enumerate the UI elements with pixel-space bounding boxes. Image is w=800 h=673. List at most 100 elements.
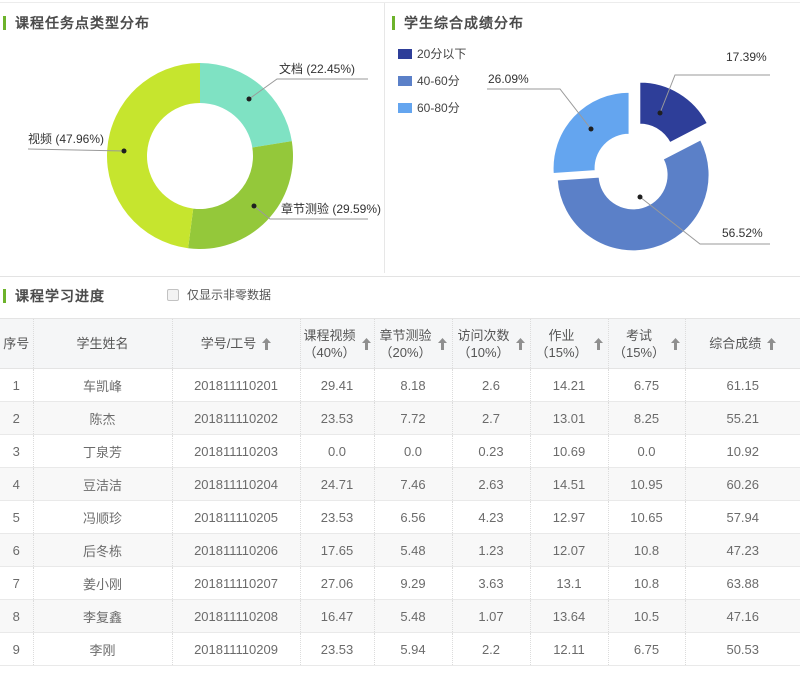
nonzero-filter-checkbox[interactable] <box>167 288 179 301</box>
row-index: 1 <box>0 368 33 402</box>
callout-mid-pct: 56.52% <box>722 226 763 240</box>
callout-doc-label: 文档 (22.45%) <box>279 62 356 76</box>
exam-score: 10.5 <box>607 599 685 633</box>
student-name: 丁泉芳 <box>32 434 172 468</box>
sort-asc-icon[interactable] <box>671 337 681 350</box>
table-row: 5 冯顺珍 201811110205 23.53 6.56 4.23 12.97 10.65 5… <box>0 500 800 534</box>
exam-score: 0.0 <box>607 434 685 468</box>
leader-dot-quiz <box>251 203 257 209</box>
leader-dot-doc <box>246 96 252 102</box>
video-score: 29.41 <box>299 368 374 402</box>
column-header-label: 序号 <box>3 336 30 351</box>
column-header-label: 学生姓名 <box>76 336 129 351</box>
student-name: 姜小刚 <box>32 566 172 600</box>
column-header-4[interactable]: 课程视频 （40%） <box>299 318 374 369</box>
dashboard-page: 课程任务点类型分布 文档 (22.45%) 视频 (47.96%) 章节测验 (… <box>0 0 800 673</box>
quiz-score: 0.0 <box>373 434 452 468</box>
column-header-label: 访问次数 <box>457 327 510 343</box>
section-accent-bar <box>392 16 395 30</box>
column-header-weight: （15%） <box>535 344 588 360</box>
donut-slice-3[interactable] <box>552 91 630 175</box>
column-header-label: 作业 <box>548 327 575 343</box>
student-name: 陈杰 <box>32 401 172 435</box>
task-type-section-title: 课程任务点类型分布 <box>3 13 150 33</box>
column-header-6[interactable]: 访问次数 （10%） <box>451 318 530 369</box>
total-score: 10.92 <box>684 434 800 468</box>
row-index: 6 <box>0 533 33 567</box>
student-name: 车凯峰 <box>32 368 172 402</box>
video-score: 24.71 <box>299 467 374 501</box>
callout-high-pct: 26.09% <box>488 72 529 86</box>
column-header-7[interactable]: 作业 （15%） <box>529 318 608 369</box>
column-header-1: 序号 <box>0 318 33 369</box>
column-header-8[interactable]: 考试 （15%） <box>607 318 685 369</box>
total-score: 47.16 <box>684 599 800 633</box>
callout-video-label: 视频 (47.96%) <box>28 132 105 146</box>
exam-score: 10.95 <box>607 467 685 501</box>
homework-score: 14.21 <box>529 368 608 402</box>
student-id: 201811110207 <box>171 566 300 600</box>
score-dist-chart-title: 学生综合成绩分布 <box>404 15 524 31</box>
row-index: 5 <box>0 500 33 534</box>
column-header-5[interactable]: 章节测验 （20%） <box>373 318 452 369</box>
visit-count: 0.23 <box>451 434 530 468</box>
donut-slice-2[interactable] <box>188 141 293 249</box>
sort-asc-icon[interactable] <box>262 337 272 350</box>
column-header-weight: （15%） <box>612 344 666 360</box>
nonzero-filter[interactable]: 仅显示非零数据 <box>167 286 271 303</box>
quiz-score: 7.46 <box>373 467 452 501</box>
homework-score: 10.69 <box>529 434 608 468</box>
quiz-score: 7.72 <box>373 401 452 435</box>
column-header-3[interactable]: 学号/工号 <box>171 318 300 369</box>
homework-score: 13.01 <box>529 401 608 435</box>
table-row: 7 姜小刚 201811110207 27.06 9.29 3.63 13.1 10.8 63.… <box>0 566 800 600</box>
total-score: 60.26 <box>684 467 800 501</box>
leader-dot-low <box>657 110 663 116</box>
student-name: 后冬栋 <box>32 533 172 567</box>
column-header-label: 章节测验 <box>379 327 432 343</box>
student-id: 201811110206 <box>171 533 300 567</box>
progress-title-text: 课程学习进度 <box>15 288 105 304</box>
sort-asc-icon[interactable] <box>361 337 371 350</box>
quiz-score: 8.18 <box>373 368 452 402</box>
table-row: 9 李刚 201811110209 23.53 5.94 2.2 12.11 6.75 50.5… <box>0 632 800 666</box>
leader-dot-video <box>121 148 127 154</box>
table-row: 6 后冬栋 201811110206 17.65 5.48 1.23 12.07 10.8 47… <box>0 533 800 567</box>
table-row: 1 车凯峰 201811110201 29.41 8.18 2.6 14.21 6.75 61.… <box>0 368 800 402</box>
visit-count: 4.23 <box>451 500 530 534</box>
column-header-weight: （10%） <box>457 344 510 360</box>
sort-asc-icon[interactable] <box>767 337 777 350</box>
homework-score: 12.97 <box>529 500 608 534</box>
sort-asc-icon[interactable] <box>593 337 603 350</box>
video-score: 23.53 <box>299 632 374 666</box>
table-row: 3 丁泉芳 201811110203 0.0 0.0 0.23 10.69 0.0 10.92 <box>0 434 800 468</box>
row-index: 2 <box>0 401 33 435</box>
donut-slice-1[interactable] <box>639 81 708 144</box>
sort-asc-icon[interactable] <box>515 337 525 350</box>
student-id: 201811110205 <box>171 500 300 534</box>
student-id: 201811110202 <box>171 401 300 435</box>
column-header-label: 学号/工号 <box>200 336 257 351</box>
exam-score: 10.8 <box>607 566 685 600</box>
homework-score: 13.1 <box>529 566 608 600</box>
progress-table: 序号 学生姓名 学号/工号 课程视频 （40%） 章节测验 （20%） 访问次数 （10%） 作业… <box>0 318 800 666</box>
callout-quiz-label: 章节测验 (29.59%) <box>281 202 382 216</box>
exam-score: 6.75 <box>607 368 685 402</box>
sort-asc-icon[interactable] <box>437 337 447 350</box>
row-index: 7 <box>0 566 33 600</box>
visit-count: 2.2 <box>451 632 530 666</box>
exam-score: 8.25 <box>607 401 685 435</box>
student-id: 201811110201 <box>171 368 300 402</box>
column-header-label: 综合成绩 <box>709 336 762 351</box>
task-type-chart-title: 课程任务点类型分布 <box>15 15 150 31</box>
leader-dot-mid <box>637 194 643 200</box>
student-name: 李复鑫 <box>32 599 172 633</box>
visit-count: 2.6 <box>451 368 530 402</box>
column-header-9[interactable]: 综合成绩 <box>684 318 800 369</box>
homework-score: 12.07 <box>529 533 608 567</box>
homework-score: 12.11 <box>529 632 608 666</box>
donut-slice-3[interactable] <box>107 63 200 249</box>
homework-score: 13.64 <box>529 599 608 633</box>
table-header-row: 序号 学生姓名 学号/工号 课程视频 （40%） 章节测验 （20%） 访问次数 （10%） 作业… <box>0 318 800 369</box>
row-index: 4 <box>0 467 33 501</box>
